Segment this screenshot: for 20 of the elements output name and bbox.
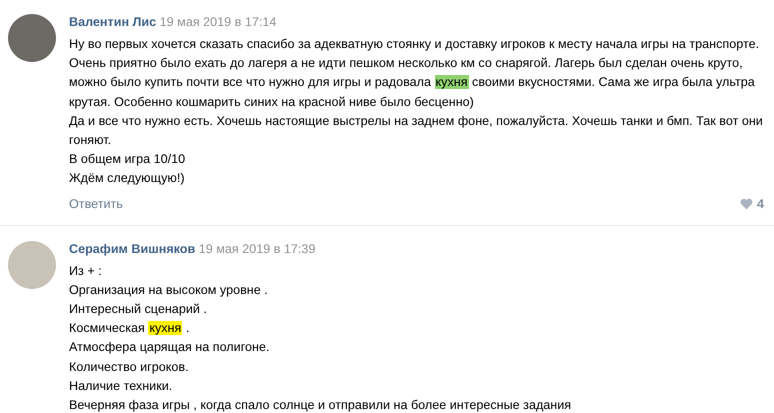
heart-icon [740, 198, 753, 210]
comment-text: Вечерняя фаза игры , когда спало солнце и отправили на более интересные задания [69, 397, 572, 413]
comment-text: Атмосфера царящая на полигоне. [69, 339, 270, 356]
comment-text: Космическая кухня . [69, 320, 190, 338]
comment-date[interactable]: 19 мая 2019 в 17:39 [198, 242, 316, 256]
comment-text: Ждём следующую!) [69, 170, 186, 188]
comment-text: Организация на высоком уровне . [69, 282, 269, 299]
comment-text: Ну во первых хочется сказать спасибо за адекватную стоянку и доставку игроков к месту начала игры на транспорте. Очень приятно было ехать до лагеря а не идти пешком несколько км со снарягой. Лагерь был сделан очень круто, можно было купить почти все что нужно для игры и радовала кухня своими вкусностями. Сама же игра была ультра крутая. Особенно кошмарить синих на красной ниве было бесценно) [69, 36, 760, 111]
author-name[interactable]: Серафим Вишняков [69, 242, 196, 256]
comment-date[interactable]: 19 мая 2019 в 17:14 [160, 15, 276, 29]
avatar-photo-placeholder[interactable] [8, 14, 56, 62]
comment-text: Да и все что нужно есть. Хочешь настоящие выстрелы на заднем фоне, пожалуйста. Хочешь танки и бмп. Так вот они гоняют. [69, 112, 764, 150]
reply-link[interactable]: Ответить [69, 196, 123, 211]
comment-text: Количество игроков. [69, 358, 190, 376]
comment-text: В общем игра 10/10 [69, 151, 186, 168]
author-name[interactable]: Валентин Лис [69, 15, 156, 29]
like-button[interactable]: 4 [740, 196, 764, 211]
comment-text: Интересный сценарий . [69, 301, 208, 318]
comment-text: Наличие техники. [69, 378, 174, 395]
comment-text: Из + : [69, 262, 103, 280]
